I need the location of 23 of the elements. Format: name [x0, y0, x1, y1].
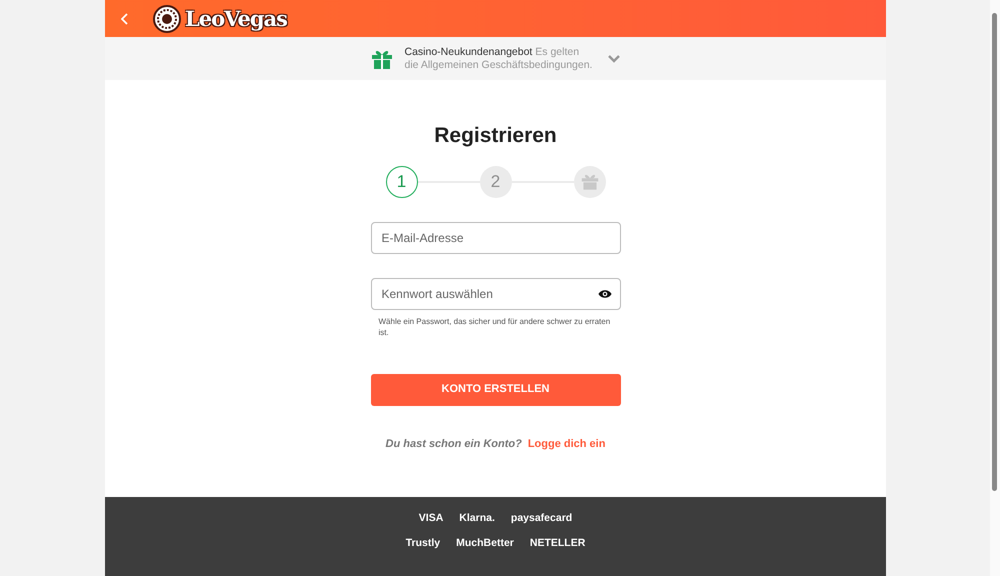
- password-field[interactable]: Kennwort auswählen: [370, 278, 620, 310]
- scrollbar-thumb[interactable]: [992, 13, 997, 491]
- brand-name[interactable]: LeoVegas: [185, 2, 287, 34]
- payment-logo: VISA: [418, 511, 444, 526]
- login-link[interactable]: Logge dich ein: [528, 436, 606, 452]
- page-title: Registrieren: [434, 123, 557, 149]
- payment-logo: NETELLER: [530, 536, 586, 551]
- offer-text: Casino-Neukundenangebot Es gelten die Allgemeinen Geschäftsbedingungen.: [404, 46, 594, 72]
- eye-icon[interactable]: [598, 288, 612, 298]
- gift-icon: [370, 48, 392, 68]
- step-indicator: 1: [386, 166, 418, 198]
- step-indicator: 2: [480, 166, 512, 198]
- payment-logo: Trustly: [406, 536, 440, 551]
- login-prompt: Du hast schon ein Konto?: [386, 436, 522, 452]
- back-icon[interactable]: [121, 12, 129, 24]
- payment-logo: paysafecard: [510, 511, 572, 526]
- email-field[interactable]: E-Mail-Adresse: [370, 222, 620, 254]
- payment-logo: MuchBetter: [456, 536, 514, 551]
- chevron-icon[interactable]: [606, 54, 620, 63]
- payment-logo: Klarna.: [459, 511, 495, 526]
- create-account-button[interactable]: KONTO ERSTELLEN: [370, 374, 620, 406]
- gift-icon: [580, 173, 598, 190]
- password-hint: Wähle ein Passwort, das sicher und für andere schwer zu erraten ist.: [378, 316, 612, 338]
